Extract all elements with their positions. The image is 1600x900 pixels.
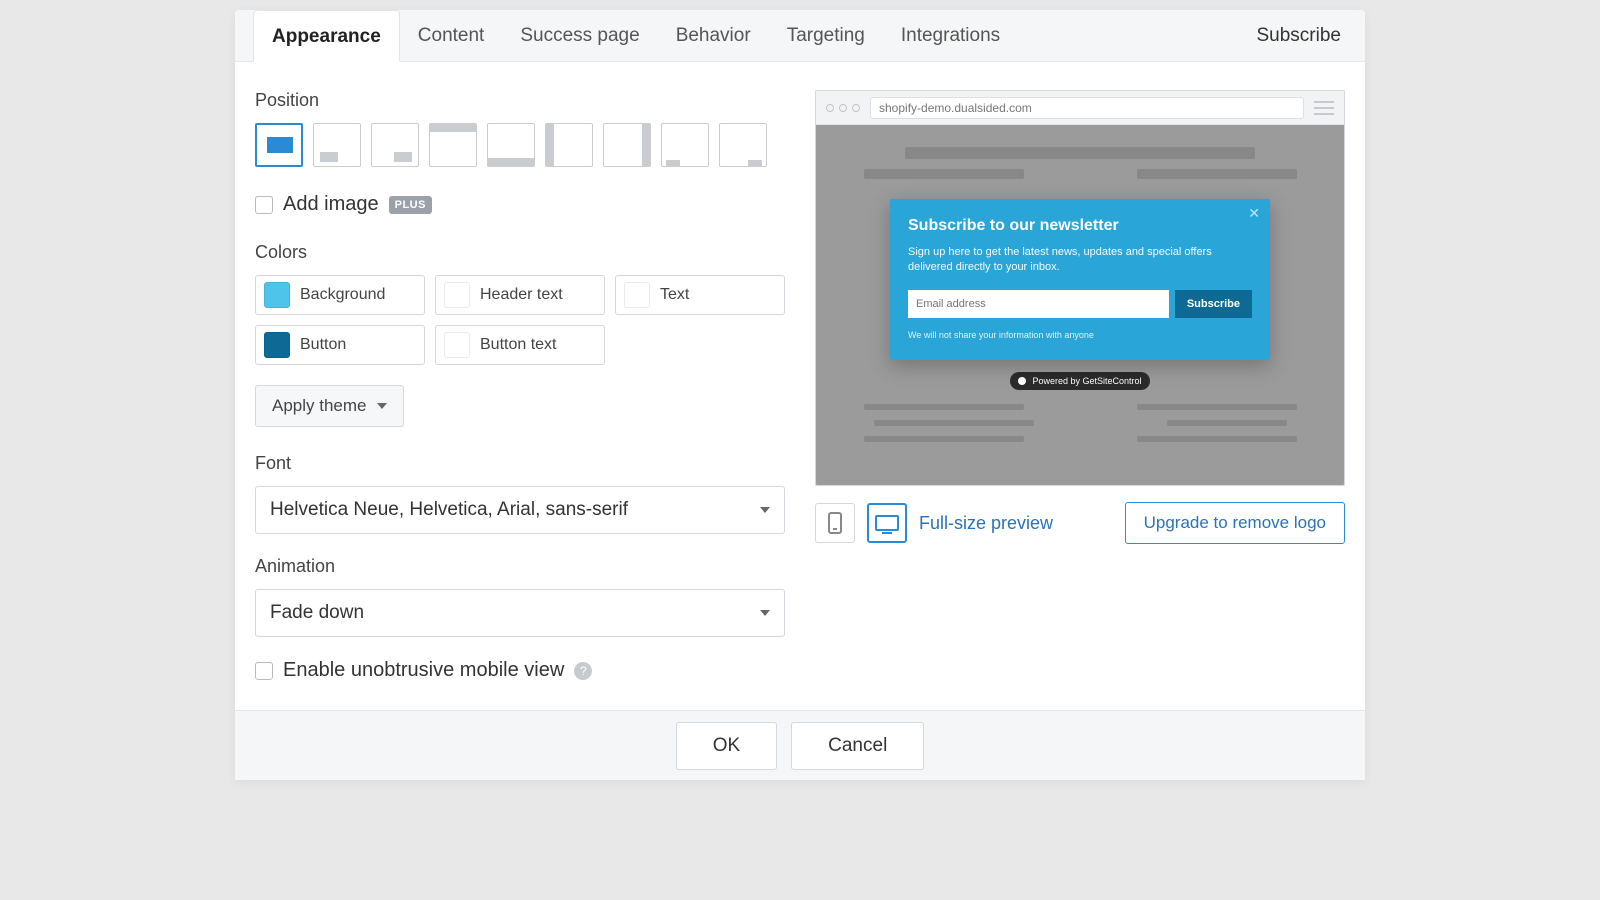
preview-viewport: ✕ Subscribe to our newsletter Sign up he… (816, 125, 1344, 485)
mobile-row: Enable unobtrusive mobile view ? (255, 659, 785, 682)
menu-icon (1314, 101, 1334, 115)
traffic-lights-icon (826, 104, 860, 112)
position-panel-right[interactable] (603, 123, 651, 167)
browser-chrome: shopify-demo.dualsided.com (816, 91, 1344, 125)
tab-appearance[interactable]: Appearance (253, 10, 400, 62)
colors-label: Colors (255, 242, 785, 263)
color-text[interactable]: Text (615, 275, 785, 315)
position-center[interactable] (255, 123, 303, 167)
widget-editor-modal: Appearance Content Success page Behavior… (235, 10, 1365, 780)
position-label: Position (255, 90, 785, 111)
color-label: Header text (480, 286, 563, 304)
position-picker (255, 123, 785, 167)
font-select[interactable]: Helvetica Neue, Helvetica, Arial, sans-s… (255, 486, 785, 534)
position-bar-bottom[interactable] (487, 123, 535, 167)
swatch-icon (264, 332, 290, 358)
ok-button[interactable]: OK (676, 722, 777, 770)
apply-theme-dropdown[interactable]: Apply theme (255, 385, 404, 427)
animation-value: Fade down (270, 602, 364, 624)
popup-note: We will not share your information with … (908, 330, 1252, 340)
animation-label: Animation (255, 556, 785, 577)
font-label: Font (255, 453, 785, 474)
position-tab-right[interactable] (719, 123, 767, 167)
device-mobile-button[interactable] (815, 503, 855, 543)
tab-content[interactable]: Content (400, 10, 503, 62)
position-bar-top[interactable] (429, 123, 477, 167)
color-header-text[interactable]: Header text (435, 275, 605, 315)
preview-controls: Full-size preview Upgrade to remove logo (815, 502, 1345, 544)
mobile-checkbox[interactable] (255, 662, 273, 680)
popup-email-input (908, 290, 1169, 318)
color-button[interactable]: Button (255, 325, 425, 365)
swatch-icon (444, 282, 470, 308)
color-background[interactable]: Background (255, 275, 425, 315)
desktop-icon (875, 515, 899, 531)
color-label: Button text (480, 336, 557, 354)
tab-targeting[interactable]: Targeting (769, 10, 883, 62)
color-label: Text (660, 286, 689, 304)
device-desktop-button[interactable] (867, 503, 907, 543)
position-bottom-left[interactable] (313, 123, 361, 167)
swatch-icon (624, 282, 650, 308)
add-image-checkbox[interactable] (255, 196, 273, 214)
tab-integrations[interactable]: Integrations (883, 10, 1018, 62)
popup-body: Sign up here to get the latest news, upd… (908, 245, 1252, 276)
widget-name: Subscribe (1257, 25, 1348, 47)
position-panel-left[interactable] (545, 123, 593, 167)
cancel-button[interactable]: Cancel (791, 722, 924, 770)
plus-badge: PLUS (389, 196, 432, 214)
chevron-down-icon (377, 403, 387, 409)
powered-text: Powered by GetSiteControl (1032, 376, 1141, 386)
color-button-text[interactable]: Button text (435, 325, 605, 365)
urlbar: shopify-demo.dualsided.com (870, 97, 1304, 119)
tab-behavior[interactable]: Behavior (658, 10, 769, 62)
color-label: Button (300, 336, 346, 354)
swatch-icon (264, 282, 290, 308)
tab-success-page[interactable]: Success page (502, 10, 657, 62)
apply-theme-label: Apply theme (272, 396, 367, 416)
appearance-form: Position Add image PLUS Colors (255, 90, 785, 682)
swatch-icon (444, 332, 470, 358)
chevron-down-icon (760, 507, 770, 513)
mobile-icon (828, 512, 842, 534)
close-icon: ✕ (1248, 205, 1260, 222)
popup-subscribe-button: Subscribe (1175, 290, 1252, 318)
preview-panel: shopify-demo.dualsided.com ✕ Subscribe t… (815, 90, 1345, 682)
upgrade-button[interactable]: Upgrade to remove logo (1125, 502, 1345, 544)
animation-select[interactable]: Fade down (255, 589, 785, 637)
colors-grid: Background Header text Text Button Butto… (255, 275, 785, 365)
preview-popup: ✕ Subscribe to our newsletter Sign up he… (890, 199, 1270, 360)
mobile-label: Enable unobtrusive mobile view (283, 659, 564, 682)
color-label: Background (300, 286, 385, 304)
powered-badge: Powered by GetSiteControl (1010, 372, 1150, 390)
chevron-down-icon (760, 610, 770, 616)
position-bottom-right[interactable] (371, 123, 419, 167)
add-image-row: Add image PLUS (255, 193, 785, 216)
footer: OK Cancel (235, 710, 1365, 780)
tabbar: Appearance Content Success page Behavior… (235, 10, 1365, 62)
popup-heading: Subscribe to our newsletter (908, 217, 1252, 235)
full-size-preview-link[interactable]: Full-size preview (919, 513, 1053, 534)
preview-browser: shopify-demo.dualsided.com ✕ Subscribe t… (815, 90, 1345, 486)
position-tab-left[interactable] (661, 123, 709, 167)
font-value: Helvetica Neue, Helvetica, Arial, sans-s… (270, 499, 628, 521)
help-icon[interactable]: ? (574, 662, 592, 680)
logo-icon (1018, 377, 1026, 385)
add-image-label: Add image (283, 193, 379, 216)
